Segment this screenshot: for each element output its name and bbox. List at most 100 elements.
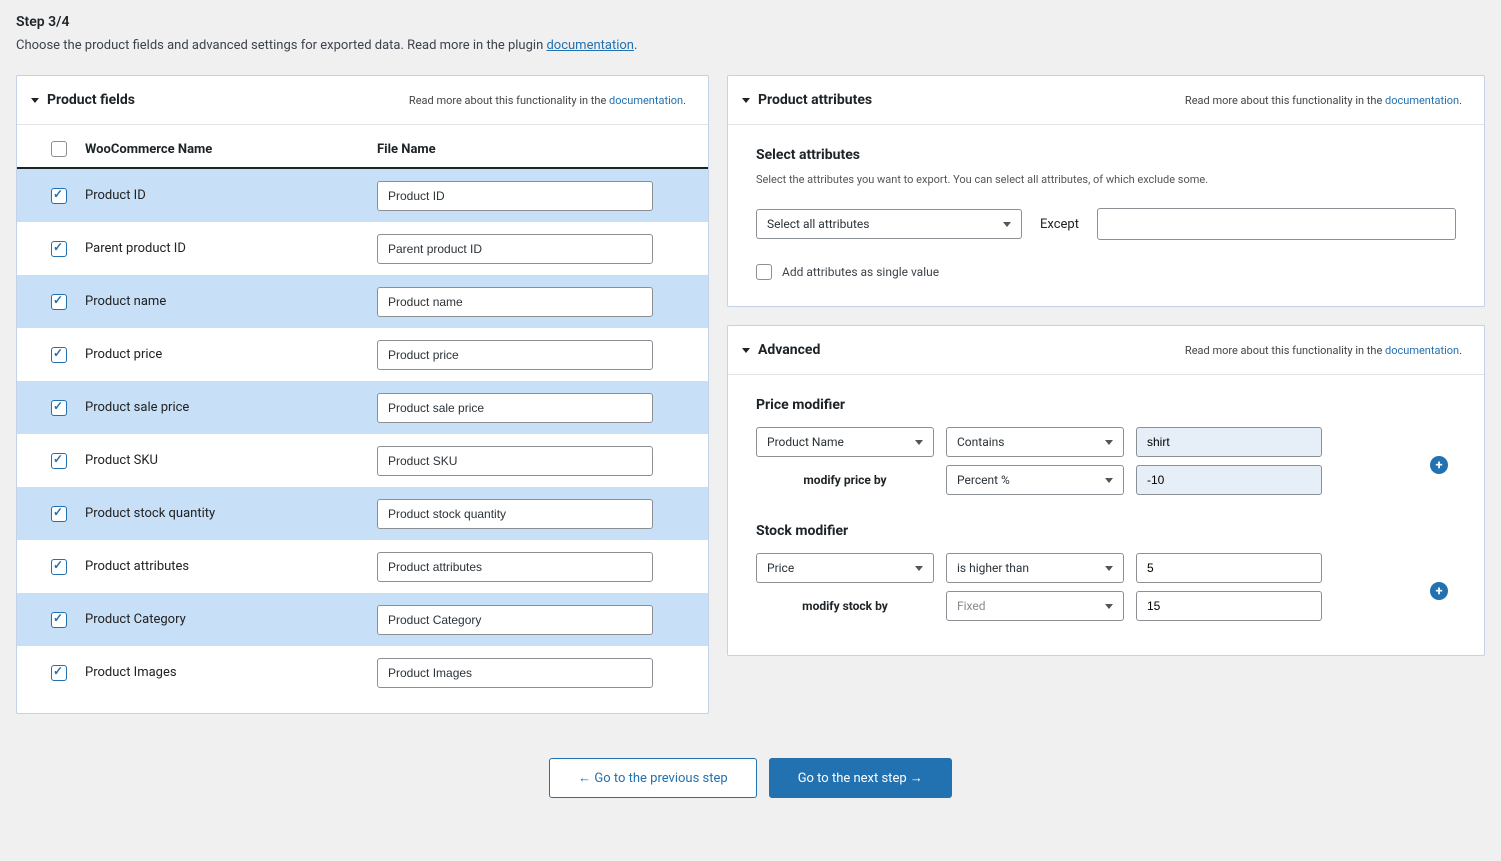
table-row: Product price [17,328,708,381]
price-field-value: Product Name [767,435,844,449]
row-checkbox[interactable] [51,347,67,363]
advanced-header[interactable]: Advanced Read more about this functional… [728,326,1484,375]
panel-title: Advanced [758,342,820,358]
chevron-down-icon [1105,604,1113,609]
table-row: Product ID [17,169,708,222]
file-name-input[interactable] [377,234,653,264]
hint-post: . [1459,94,1462,107]
price-modify-value-input[interactable] [1136,465,1322,495]
file-name-input[interactable] [377,605,653,635]
chevron-down-icon [915,440,923,445]
table-row: Product Images [17,646,708,699]
single-value-checkbox[interactable] [756,264,772,280]
row-label: Product Images [85,665,377,680]
doc-link[interactable]: documentation [609,94,683,107]
doc-link[interactable]: documentation [1385,344,1459,357]
product-attributes-header[interactable]: Product attributes Read more about this … [728,76,1484,125]
price-match-input[interactable] [1136,427,1322,457]
table-row: Parent product ID [17,222,708,275]
hint-pre: Read more about this functionality in th… [1185,94,1385,107]
doc-link[interactable]: documentation [546,38,634,53]
row-checkbox[interactable] [51,188,67,204]
chevron-down-icon [1105,478,1113,483]
panel-hint: Read more about this functionality in th… [1185,94,1462,107]
file-name-input[interactable] [377,552,653,582]
row-label: Product ID [85,188,377,203]
select-all-checkbox[interactable] [51,141,67,157]
row-checkbox[interactable] [51,665,67,681]
file-name-input[interactable] [377,499,653,529]
step-title: Step 3/4 [16,14,1485,30]
previous-step-button[interactable]: ← Go to the previous step [549,758,757,798]
row-label: Product name [85,294,377,309]
row-checkbox[interactable] [51,612,67,628]
step-subtitle-pre: Choose the product fields and advanced s… [16,38,546,53]
caret-down-icon [31,98,39,103]
chevron-down-icon [1003,222,1011,227]
table-row: Product sale price [17,381,708,434]
hint-pre: Read more about this functionality in th… [409,94,609,107]
doc-link[interactable]: documentation [1385,94,1459,107]
step-subtitle-post: . [634,38,637,53]
row-checkbox[interactable] [51,241,67,257]
stock-match-input[interactable] [1136,553,1322,583]
stock-modify-label: modify stock by [756,599,934,613]
product-fields-header[interactable]: Product fields Read more about this func… [17,76,708,125]
row-label: Product Category [85,612,377,627]
add-price-rule-button[interactable]: + [1430,456,1448,474]
attributes-select[interactable]: Select all attributes [756,209,1022,239]
row-checkbox[interactable] [51,400,67,416]
row-checkbox[interactable] [51,294,67,310]
price-modify-label: modify price by [756,473,934,487]
table-row: Product stock quantity [17,487,708,540]
price-op-select[interactable]: Contains [946,427,1124,457]
price-modifier-title: Price modifier [756,397,1456,413]
chevron-down-icon [915,566,923,571]
product-attributes-panel: Product attributes Read more about this … [727,75,1485,307]
except-input[interactable] [1097,208,1456,240]
stock-modify-type-select[interactable]: Fixed [946,591,1124,621]
select-attributes-title: Select attributes [756,147,1456,163]
next-step-button[interactable]: Go to the next step → [769,758,952,798]
hint-pre: Read more about this functionality in th… [1185,344,1385,357]
file-name-input[interactable] [377,446,653,476]
panel-hint: Read more about this functionality in th… [409,94,686,107]
panel-hint: Read more about this functionality in th… [1185,344,1462,357]
row-label: Product SKU [85,453,377,468]
attributes-select-label: Select all attributes [767,217,870,231]
price-field-select[interactable]: Product Name [756,427,934,457]
row-checkbox[interactable] [51,559,67,575]
stock-field-select[interactable]: Price [756,553,934,583]
panel-title: Product fields [47,92,135,108]
file-name-input[interactable] [377,340,653,370]
chevron-down-icon [1105,440,1113,445]
stock-modify-type-value: Fixed [957,599,986,613]
row-label: Product stock quantity [85,506,377,521]
file-name-input[interactable] [377,393,653,423]
row-label: Product price [85,347,377,362]
hint-post: . [683,94,686,107]
row-checkbox[interactable] [51,453,67,469]
stock-modify-value-input[interactable] [1136,591,1322,621]
chevron-down-icon [1105,566,1113,571]
row-label: Product attributes [85,559,377,574]
stock-modifier-title: Stock modifier [756,523,1456,539]
row-label: Product sale price [85,400,377,415]
add-stock-rule-button[interactable]: + [1430,582,1448,600]
file-name-input[interactable] [377,181,653,211]
table-row: Product name [17,275,708,328]
hint-post: . [1459,344,1462,357]
row-label: Parent product ID [85,241,377,256]
price-modify-type-select[interactable]: Percent % [946,465,1124,495]
single-value-label: Add attributes as single value [782,265,939,279]
caret-down-icon [742,98,750,103]
file-name-input[interactable] [377,658,653,688]
col-woo-name: WooCommerce Name [85,142,377,157]
file-name-input[interactable] [377,287,653,317]
row-checkbox[interactable] [51,506,67,522]
stock-op-select[interactable]: is higher than [946,553,1124,583]
table-row: Product attributes [17,540,708,593]
table-row: Product Category [17,593,708,646]
product-fields-panel: Product fields Read more about this func… [16,75,709,714]
except-label: Except [1040,217,1079,232]
